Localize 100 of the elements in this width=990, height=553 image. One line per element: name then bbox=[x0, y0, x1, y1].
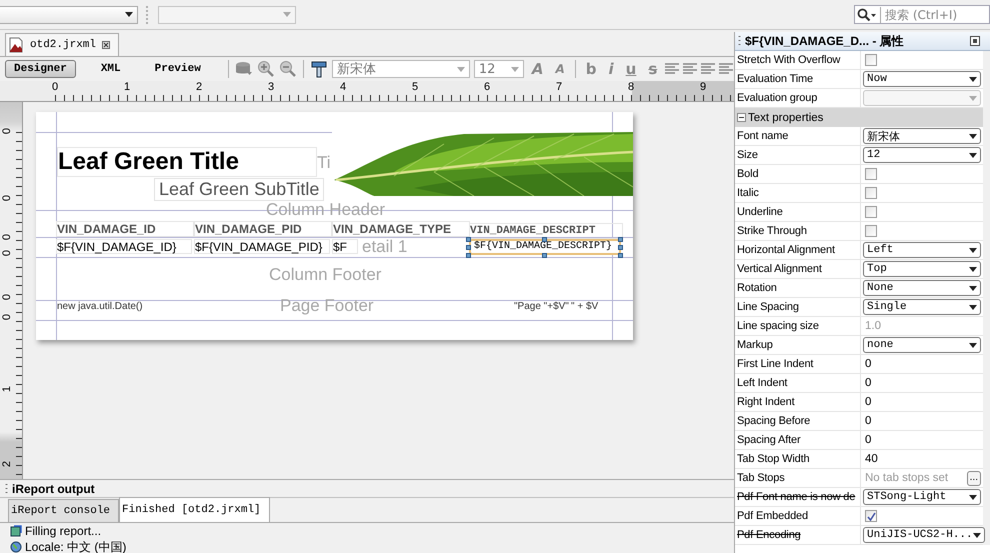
output-tab[interactable]: iReport console bbox=[8, 499, 120, 522]
hammer-icon[interactable] bbox=[310, 60, 328, 78]
globe-icon bbox=[10, 541, 22, 553]
search-icon bbox=[857, 8, 877, 22]
band-label: etail 1 bbox=[362, 237, 408, 257]
column-header[interactable]: VIN_DAMAGE_TYPE bbox=[332, 221, 470, 237]
resize-handle[interactable] bbox=[542, 253, 547, 258]
align-icon[interactable] bbox=[665, 63, 680, 75]
caret-icon bbox=[969, 494, 977, 500]
caret-icon bbox=[969, 96, 977, 100]
column-header[interactable]: VIN_DAMAGE_PID bbox=[194, 221, 332, 237]
view-tab[interactable]: XML bbox=[92, 60, 130, 78]
property-dropdown[interactable]: STSong-Light bbox=[863, 489, 981, 505]
property-label: Strike Through bbox=[735, 222, 861, 240]
view-tab[interactable]: Preview bbox=[146, 60, 210, 78]
maximize-icon[interactable] bbox=[970, 36, 980, 46]
property-label: Evaluation group bbox=[735, 89, 861, 107]
caret-icon bbox=[283, 12, 291, 17]
checkbox[interactable] bbox=[865, 510, 877, 522]
ellipsis-button[interactable]: ... bbox=[966, 470, 981, 486]
caret-icon bbox=[969, 304, 977, 310]
align-icon[interactable] bbox=[701, 63, 716, 75]
ruler-number: 6 bbox=[484, 81, 490, 93]
ruler-number: 0 bbox=[1, 314, 14, 320]
field[interactable]: $F{VIN_DAMAGE_PID} bbox=[194, 239, 330, 254]
checkbox[interactable] bbox=[865, 225, 877, 237]
property-value[interactable]: 0 bbox=[863, 415, 872, 427]
property-value[interactable]: 0 bbox=[863, 434, 872, 446]
ruler-number: 2 bbox=[1, 460, 14, 468]
dropdown[interactable] bbox=[158, 6, 296, 24]
ruler-number: 0 bbox=[1, 250, 14, 256]
page-total-field[interactable]: " + $V bbox=[571, 301, 598, 312]
property-dropdown[interactable]: 新宋体 bbox=[863, 128, 981, 144]
band-label: Column Footer bbox=[269, 265, 382, 285]
font-size-dropdown[interactable]: 12 bbox=[474, 60, 524, 78]
property-label: Underline bbox=[735, 203, 861, 221]
ruler-number: 0 bbox=[1, 234, 14, 240]
property-dropdown[interactable]: Top bbox=[863, 261, 981, 277]
column-header[interactable]: VIN_DAMAGE_DESCRIPT bbox=[469, 223, 623, 239]
property-label: Left Indent bbox=[735, 374, 861, 392]
checkbox[interactable] bbox=[865, 206, 877, 218]
property-value[interactable]: 40 bbox=[863, 453, 878, 465]
ruler-number: 9 bbox=[700, 81, 706, 93]
report-title[interactable]: Leaf Green Title bbox=[57, 147, 317, 177]
property-dropdown[interactable]: Left bbox=[863, 242, 981, 258]
field[interactable]: $F bbox=[332, 239, 358, 254]
log-line: Locale: 中文 (中国) bbox=[25, 538, 126, 553]
caret-icon bbox=[972, 532, 981, 538]
property-dropdown[interactable]: Now bbox=[863, 71, 981, 87]
align-icon[interactable] bbox=[683, 63, 698, 75]
property-label: Line Spacing bbox=[735, 298, 861, 316]
ruler-number: 0 bbox=[52, 81, 58, 93]
property-label: Markup bbox=[735, 336, 861, 354]
page-number-field[interactable]: "Page "+$V" bbox=[514, 301, 569, 312]
property-label: Line spacing size bbox=[735, 317, 861, 335]
ruler-number: 7 bbox=[556, 81, 562, 93]
property-label: Size bbox=[735, 146, 861, 164]
ruler-number: 4 bbox=[340, 81, 346, 93]
property-value[interactable]: 0 bbox=[863, 377, 872, 389]
property-label: Rotation bbox=[735, 279, 861, 297]
property-label: Pdf Embedded bbox=[735, 507, 861, 525]
ruler-number: 0 bbox=[1, 194, 14, 202]
checkbox[interactable] bbox=[865, 168, 877, 180]
property-dropdown[interactable]: UniJIS-UCS2-H... bbox=[863, 527, 985, 543]
column-header[interactable]: VIN_DAMAGE_ID bbox=[56, 221, 194, 237]
property-section[interactable]: Text properties bbox=[735, 108, 983, 127]
zoom-out-icon[interactable] bbox=[278, 60, 297, 78]
property-value[interactable]: 0 bbox=[863, 396, 872, 408]
field[interactable]: $F{VIN_DAMAGE_ID} bbox=[56, 239, 192, 254]
dropdown[interactable] bbox=[0, 6, 138, 24]
zoom-in-icon[interactable] bbox=[256, 60, 275, 78]
ruler-number: 5 bbox=[412, 81, 418, 93]
date-field[interactable]: new java.util.Date() bbox=[57, 301, 143, 312]
property-label: Tab Stop Width bbox=[735, 450, 861, 468]
property-dropdown[interactable]: Single bbox=[863, 299, 981, 315]
property-dropdown[interactable]: None bbox=[863, 280, 981, 296]
output-tab[interactable]: Finished [otd2.jrxml] bbox=[119, 497, 270, 522]
ruler-number: 0 bbox=[1, 294, 14, 300]
property-label: Italic bbox=[735, 184, 861, 202]
caret-icon bbox=[969, 266, 977, 272]
align-icon[interactable] bbox=[719, 63, 734, 75]
checkbox[interactable] bbox=[865, 54, 877, 66]
property-value[interactable]: 0 bbox=[863, 358, 872, 370]
field[interactable]: $F{VIN_DAMAGE_DESCRIPT} bbox=[469, 239, 621, 255]
property-dropdown[interactable]: none bbox=[863, 337, 981, 353]
band-label: Ti bbox=[317, 153, 331, 173]
database-icon[interactable] bbox=[234, 61, 253, 77]
report-subtitle[interactable]: Leaf Green SubTitle bbox=[154, 178, 324, 201]
view-tab[interactable]: Designer bbox=[5, 60, 76, 78]
checkbox[interactable] bbox=[865, 187, 877, 199]
search-field[interactable]: 搜索 (Ctrl+I) bbox=[854, 5, 990, 24]
caret-icon bbox=[969, 248, 977, 252]
collapse-icon[interactable] bbox=[737, 113, 746, 122]
property-label: Pdf Font name is now de bbox=[735, 488, 861, 506]
resize-handle[interactable] bbox=[542, 237, 547, 242]
close-icon[interactable] bbox=[102, 41, 110, 49]
file-tab[interactable]: otd2.jrxml bbox=[5, 33, 120, 56]
font-dropdown[interactable]: 新宋体 bbox=[332, 60, 470, 78]
property-dropdown[interactable]: 12 bbox=[863, 147, 981, 163]
property-label: Bold bbox=[735, 165, 861, 183]
